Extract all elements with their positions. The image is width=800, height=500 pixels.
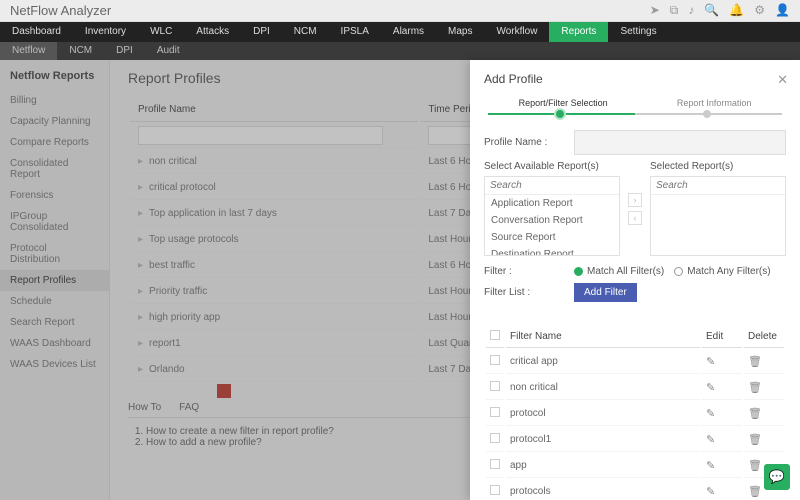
sidebar-item[interactable]: Report Profiles [0, 270, 109, 291]
fcol-edit: Edit [702, 326, 742, 348]
match-any-radio[interactable]: Match Any Filter(s) [674, 266, 770, 277]
panel-title: Add Profile [484, 72, 786, 86]
sidebar-item[interactable]: Search Report [0, 312, 109, 333]
selected-label: Selected Report(s) [650, 161, 786, 172]
nav-ipsla[interactable]: IPSLA [329, 22, 381, 42]
move-left-icon[interactable]: ‹ [628, 211, 642, 225]
add-filter-button[interactable]: Add Filter [574, 283, 637, 302]
subnav-dpi[interactable]: DPI [104, 42, 145, 60]
delete-icon[interactable]: 🗑 [748, 460, 762, 472]
filter-row: non critical✎🗑 [486, 376, 784, 400]
collapse-icon[interactable] [217, 384, 231, 398]
report-option[interactable]: Source Report [485, 229, 619, 246]
sidebar-item[interactable]: IPGroup Consolidated [0, 206, 109, 238]
filter-name-input[interactable] [138, 126, 383, 145]
available-listbox[interactable]: Application ReportConversation ReportSou… [484, 176, 620, 256]
sidebar-item[interactable]: Forensics [0, 185, 109, 206]
subnav-netflow[interactable]: Netflow [0, 42, 57, 60]
sidebar-item[interactable]: Protocol Distribution [0, 238, 109, 270]
sidebar-title: Netflow Reports [0, 66, 109, 90]
nav-wlc[interactable]: WLC [138, 22, 184, 42]
sidebar-item[interactable]: Compare Reports [0, 132, 109, 153]
subnav-audit[interactable]: Audit [145, 42, 192, 60]
report-option[interactable]: Application Report [485, 195, 619, 212]
sidebar-item[interactable]: WAAS Dashboard [0, 333, 109, 354]
edit-icon[interactable]: ✎ [706, 408, 715, 420]
headset-icon[interactable]: ♪ [688, 3, 694, 18]
row-checkbox[interactable] [490, 407, 500, 417]
tab-faq[interactable]: FAQ [179, 402, 199, 413]
sidebar-item[interactable]: Schedule [0, 291, 109, 312]
edit-icon[interactable]: ✎ [706, 486, 715, 498]
nav-inventory[interactable]: Inventory [73, 22, 138, 42]
fcol-name: Filter Name [506, 326, 700, 348]
monitor-icon[interactable]: ⧉ [670, 3, 679, 18]
sidebar-item[interactable]: Consolidated Report [0, 153, 109, 185]
close-icon[interactable]: ✕ [777, 72, 788, 88]
delete-icon[interactable]: 🗑 [748, 434, 762, 446]
row-checkbox[interactable] [490, 355, 500, 365]
nav-reports[interactable]: Reports [549, 22, 608, 42]
delete-icon[interactable]: 🗑 [748, 356, 762, 368]
edit-icon[interactable]: ✎ [706, 356, 715, 368]
subnav-ncm[interactable]: NCM [57, 42, 104, 60]
wizard-step2[interactable]: Report Information [677, 98, 752, 108]
user-icon[interactable]: 👤 [775, 3, 790, 18]
profile-name-input[interactable] [574, 130, 786, 155]
nav-maps[interactable]: Maps [436, 22, 484, 42]
delete-icon[interactable]: 🗑 [748, 408, 762, 420]
row-checkbox[interactable] [490, 381, 500, 391]
row-checkbox[interactable] [490, 459, 500, 469]
brand: NetFlow Analyzer [10, 3, 111, 18]
available-search[interactable] [485, 177, 619, 195]
filter-list-label: Filter List : [484, 287, 574, 298]
nav-dashboard[interactable]: Dashboard [0, 22, 73, 42]
bell-icon[interactable]: 🔔 [729, 3, 744, 18]
sidebar-item[interactable]: Capacity Planning [0, 111, 109, 132]
move-right-icon[interactable]: › [628, 193, 642, 207]
add-profile-panel: ✕ Add Profile Report/Filter Selection Re… [470, 60, 800, 500]
row-checkbox[interactable] [490, 485, 500, 495]
match-all-radio[interactable]: Match All Filter(s) [574, 266, 664, 277]
sidebar-item[interactable]: WAAS Devices List [0, 354, 109, 375]
delete-icon[interactable]: 🗑 [748, 486, 762, 498]
nav-workflow[interactable]: Workflow [484, 22, 549, 42]
row-checkbox[interactable] [490, 433, 500, 443]
edit-icon[interactable]: ✎ [706, 460, 715, 472]
tab-howto[interactable]: How To [128, 402, 161, 413]
report-option[interactable]: Conversation Report [485, 212, 619, 229]
fcol-del: Delete [744, 326, 784, 348]
filter-row: critical app✎🗑 [486, 350, 784, 374]
col-name[interactable]: Profile Name [130, 98, 418, 122]
profile-name-label: Profile Name : [484, 137, 574, 148]
nav-attacks[interactable]: Attacks [184, 22, 241, 42]
select-all-checkbox[interactable] [490, 330, 500, 340]
filter-label: Filter : [484, 266, 574, 277]
rocket-icon[interactable]: ➤ [650, 3, 660, 18]
nav-settings[interactable]: Settings [608, 22, 668, 42]
search-icon[interactable]: 🔍 [704, 3, 719, 18]
chat-fab-icon[interactable]: 💬 [764, 464, 790, 490]
nav-ncm[interactable]: NCM [282, 22, 329, 42]
nav-alarms[interactable]: Alarms [381, 22, 436, 42]
filter-row: protocol1✎🗑 [486, 428, 784, 452]
filter-row: app✎🗑 [486, 454, 784, 478]
selected-search[interactable] [651, 177, 785, 195]
nav-dpi[interactable]: DPI [241, 22, 282, 42]
selected-listbox[interactable] [650, 176, 786, 256]
delete-icon[interactable]: 🗑 [748, 382, 762, 394]
available-label: Select Available Report(s) [484, 161, 620, 172]
report-option[interactable]: Destination Report [485, 246, 619, 256]
edit-icon[interactable]: ✎ [706, 382, 715, 394]
wizard-step1[interactable]: Report/Filter Selection [519, 98, 608, 108]
edit-icon[interactable]: ✎ [706, 434, 715, 446]
gear-icon[interactable]: ⚙ [754, 3, 765, 18]
sidebar-item[interactable]: Billing [0, 90, 109, 111]
filter-row: protocol✎🗑 [486, 402, 784, 426]
filter-row: protocols✎🗑 [486, 480, 784, 500]
